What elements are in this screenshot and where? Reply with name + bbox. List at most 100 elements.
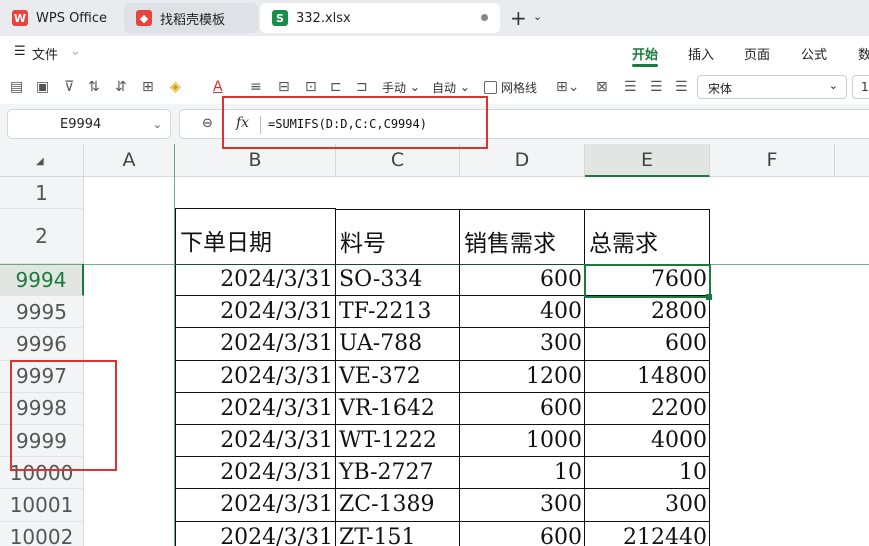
cell-part[interactable]: SO-334 [336,264,460,297]
hamburger-icon[interactable]: ☰ [14,44,26,59]
cell-date[interactable]: 2024/3/31 [175,521,336,546]
gridlines-toggle[interactable]: 网格线 [484,78,537,96]
column-header-e[interactable]: E [585,144,710,177]
name-box[interactable]: E9994 ⌄ [7,109,171,139]
align-left-icon[interactable]: ☰ [624,78,637,96]
column-header-f[interactable]: F [710,144,835,177]
menu-data[interactable]: 数 [858,44,869,63]
menu-home[interactable]: 开始 [632,44,658,63]
wrap-text-icon[interactable]: ≡ [250,78,262,96]
fit-height-icon[interactable]: ⊐ [356,78,368,96]
cell-sales[interactable]: 600 [460,521,585,546]
merge-icon[interactable]: ⊟ [278,78,290,96]
tab-wps-office[interactable]: W WPS Office [0,3,118,33]
row-header[interactable]: 1 [0,177,84,209]
fill-handle[interactable] [706,294,712,300]
cell-part[interactable]: ZT-151 [336,521,460,546]
cell-part[interactable]: YB-2727 [336,457,460,490]
cell-sales[interactable]: 600 [460,392,585,425]
cell-date[interactable]: 2024/3/31 [175,328,336,361]
cell-total[interactable]: 2200 [585,392,710,425]
cell-date[interactable]: 2024/3/31 [175,264,336,297]
chevron-down-icon[interactable]: ⌄ [533,10,542,23]
filter-icon[interactable]: ⊽ [64,78,74,96]
row-header[interactable]: 10002 [0,521,84,546]
cell-part[interactable]: VE-372 [336,360,460,393]
header-cell-total[interactable]: 总需求 [585,209,710,265]
format-painter-icon[interactable]: ▤ [10,78,23,96]
select-all-corner[interactable]: ◢ [0,144,84,177]
column-header-g[interactable] [835,144,869,177]
font-size-value: 1 [861,80,869,94]
cell-part[interactable]: UA-788 [336,328,460,361]
cell-part[interactable]: TF-2213 [336,296,460,329]
cell-part[interactable]: WT-1222 [336,425,460,458]
gridlines-checkbox[interactable] [484,80,497,94]
font-color-icon[interactable]: A [213,78,223,96]
zoom-icon[interactable]: ⊖ [202,116,213,131]
header-cell-sales[interactable]: 销售需求 [460,209,585,265]
column-header-a[interactable]: A [84,144,175,177]
cell-sales[interactable]: 300 [460,328,585,361]
font-family-select[interactable]: 宋体 ⌄ [697,75,847,99]
align-center-icon[interactable]: ☰ [650,78,663,96]
row-header[interactable]: 10001 [0,489,84,522]
cell-date[interactable]: 2024/3/31 [175,457,336,490]
row-header[interactable]: 9994 [0,264,84,297]
fill-color-icon[interactable]: ◈ [170,78,181,96]
cell-date[interactable]: 2024/3/31 [175,425,336,458]
cell-total[interactable]: 4000 [585,425,710,458]
row-header[interactable]: 9995 [0,296,84,329]
cell-sales[interactable]: 1200 [460,360,585,393]
borders-icon[interactable]: ⊞ [142,78,154,96]
chevron-down-icon: ⌄ [152,118,162,131]
auto-wrap-button[interactable]: 自动 ⌄ [432,78,470,96]
cell-total[interactable]: 10 [585,457,710,490]
menu-insert[interactable]: 插入 [688,44,714,63]
align-right-icon[interactable]: ☰ [675,78,688,96]
row-header[interactable]: 9996 [0,328,84,361]
cell-date[interactable]: 2024/3/31 [175,489,336,522]
tab-docer-templates[interactable]: ◆ 找稻壳模板 [124,3,258,33]
cell-part[interactable]: VR-1642 [336,392,460,425]
sort-descending-icon[interactable]: ⇵ [115,78,127,96]
unsaved-dot-icon[interactable] [481,14,488,21]
file-menu[interactable]: 文件 [32,44,58,63]
cell-sales[interactable]: 300 [460,489,585,522]
tab-file-332[interactable]: S 332.xlsx [260,3,500,33]
fit-width-icon[interactable]: ⊏ [330,78,342,96]
cell-sales[interactable]: 10 [460,457,585,490]
cell-total[interactable]: 212440 [585,521,710,546]
new-tab-icon[interactable]: + [510,6,527,30]
row-col-icon[interactable]: ⊡ [305,78,317,96]
cell-sales[interactable]: 600 [460,264,585,297]
clear-format-icon[interactable]: ⊠ [596,78,608,96]
manual-wrap-button[interactable]: 手动 ⌄ [382,78,420,96]
cell-sales[interactable]: 400 [460,296,585,329]
row-header[interactable]: 2 [0,209,84,264]
table-style-icon[interactable]: ⊞⌄ [556,78,579,96]
active-cell-outline[interactable] [584,264,711,298]
paste-icon[interactable]: ▣ [36,78,49,96]
chevron-down-icon: ⌄ [828,79,838,92]
cell-total[interactable]: 14800 [585,360,710,393]
cell-date[interactable]: 2024/3/31 [175,360,336,393]
spreadsheet-grid[interactable]: ◢ A B C D E F 1 2 9994 9995 9996 9997 9998 99… [0,144,869,546]
header-cell-date[interactable]: 下单日期 [176,209,336,265]
sort-ascending-icon[interactable]: ⇅ [88,78,100,96]
menu-bar: ☰ 文件 ⌄ 开始 插入 页面 公式 数 [0,36,869,68]
cell-total[interactable]: 600 [585,328,710,361]
cell-total[interactable]: 2800 [585,296,710,329]
menu-formula[interactable]: 公式 [801,44,827,63]
cell-sales[interactable]: 1000 [460,425,585,458]
tab-label: 找稻壳模板 [160,12,226,28]
cell-date[interactable]: 2024/3/31 [175,392,336,425]
chevron-down-icon[interactable]: ⌄ [70,44,81,59]
header-cell-part[interactable]: 料号 [336,209,460,265]
cell-total[interactable]: 300 [585,489,710,522]
cell-date[interactable]: 2024/3/31 [175,296,336,329]
cell-part[interactable]: ZC-1389 [336,489,460,522]
menu-page[interactable]: 页面 [744,44,770,63]
wps-logo-icon: W [12,10,28,26]
font-size-select[interactable]: 1 [852,75,869,99]
